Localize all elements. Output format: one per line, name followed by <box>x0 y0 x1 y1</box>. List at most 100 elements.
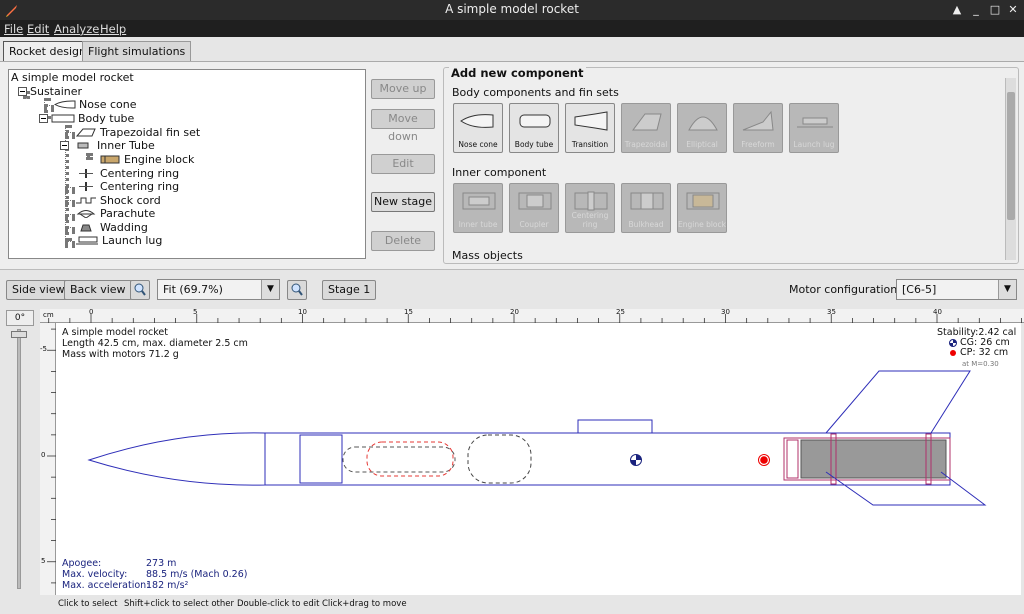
rotation-slider-track[interactable] <box>17 329 21 589</box>
tree-item-engine-block[interactable]: Engine block <box>97 153 194 166</box>
minimize-button[interactable]: _ <box>967 1 985 19</box>
motor-config-select[interactable]: [C6-5] ▼ <box>896 279 1017 300</box>
add-nose-cone-button[interactable]: Nose cone <box>453 103 503 153</box>
status-hint-move: Click+drag to move <box>322 599 407 609</box>
centering-ring-icon <box>574 191 608 211</box>
tree-label-rocket: A simple model rocket <box>11 71 134 84</box>
rocket-drawing[interactable] <box>56 323 1021 595</box>
bulkhead-icon <box>630 192 664 210</box>
keep-above-button[interactable]: ▲ <box>948 1 966 19</box>
top-fin-outline[interactable] <box>825 370 971 434</box>
tree-item-centering-ring-2[interactable]: Centering ring <box>75 180 179 193</box>
tree-item-rocket[interactable]: A simple model rocket <box>11 71 134 84</box>
apogee-label: Apogee: <box>62 558 102 569</box>
cg-legend-icon <box>949 339 957 347</box>
zoom-in-button[interactable] <box>130 280 150 300</box>
apogee-value: 273 m <box>146 558 177 569</box>
rotation-angle: 0° <box>6 310 34 326</box>
collapse-icon[interactable] <box>39 113 48 126</box>
maximize-button[interactable]: □ <box>986 1 1004 19</box>
nose-shoulder[interactable] <box>299 434 343 484</box>
motor-shape[interactable] <box>800 439 947 479</box>
tree-item-launch-lug[interactable]: Launch lug <box>75 234 162 247</box>
centering-ring-icon <box>75 181 97 194</box>
menu-help[interactable]: Help <box>100 22 126 36</box>
tree-label-centering-ring-2: Centering ring <box>100 180 180 193</box>
delete-button[interactable]: Delete <box>371 231 435 251</box>
add-bulkhead-label: Bulkhead <box>628 220 664 229</box>
cp-marker[interactable] <box>758 454 770 466</box>
wadding-shape[interactable] <box>467 434 532 484</box>
new-stage-button[interactable]: New stage <box>371 192 435 212</box>
move-down-button[interactable]: Move down <box>371 109 435 143</box>
move-up-button[interactable]: Move up <box>371 79 435 99</box>
shock-cord-shape[interactable] <box>342 446 456 473</box>
add-engine-block-button[interactable]: Engine block <box>677 183 727 233</box>
max-acceleration-label: Max. acceleration: <box>62 580 150 591</box>
tree-item-centering-ring-1[interactable]: Centering ring <box>75 167 179 180</box>
component-tree[interactable]: A simple model rocket Sustainer Nose con… <box>8 69 366 259</box>
tree-line <box>86 153 90 160</box>
fin-set-icon <box>75 127 97 140</box>
launch-lug-shape[interactable] <box>577 419 653 434</box>
tree-item-fin-set[interactable]: Trapezoidal fin set <box>75 126 200 139</box>
tree-item-shock-cord[interactable]: Shock cord <box>75 194 161 207</box>
zoom-out-button[interactable] <box>287 280 307 300</box>
engine-block-shape[interactable] <box>786 439 799 479</box>
close-button[interactable]: ✕ <box>1004 1 1022 19</box>
tree-line <box>65 241 75 245</box>
add-inner-tube-button[interactable]: Inner tube <box>453 183 503 233</box>
nose-cone-icon <box>53 99 76 112</box>
add-bulkhead-button[interactable]: Bulkhead <box>621 183 671 233</box>
tab-flight-simulations[interactable]: Flight simulations <box>82 41 192 62</box>
rocket-canvas[interactable]: A simple model rocket Length 42.5 cm, ma… <box>56 323 1021 595</box>
section-mass-objects: Mass objects <box>452 249 523 262</box>
ruler-ticks <box>47 328 56 584</box>
add-panel-scrollbar[interactable] <box>1005 78 1016 260</box>
back-view-button[interactable]: Back view <box>64 280 132 300</box>
zoom-value: Fit (69.7%) <box>163 283 223 296</box>
add-centering-ring-button[interactable]: Centering ring <box>565 183 615 233</box>
add-elliptical-fins-button[interactable]: Elliptical <box>677 103 727 153</box>
tree-item-body-tube[interactable]: Body tube <box>39 112 134 125</box>
chevron-down-icon[interactable]: ▼ <box>261 280 279 299</box>
tree-item-nose-cone[interactable]: Nose cone <box>53 98 136 112</box>
cg-marker[interactable] <box>630 454 642 466</box>
tree-item-sustainer[interactable]: Sustainer <box>18 85 82 98</box>
nose-cone-outline[interactable] <box>87 432 266 486</box>
tab-rocket-design[interactable]: Rocket design <box>3 41 92 62</box>
zoom-select[interactable]: Fit (69.7%) ▼ <box>157 279 280 300</box>
side-view-button[interactable]: Side view <box>6 280 71 300</box>
section-body-components: Body components and fin sets <box>452 86 619 99</box>
add-freeform-fins-button[interactable]: Freeform <box>733 103 783 153</box>
rotation-slider-handle[interactable] <box>11 331 27 338</box>
horizontal-ruler: cm 0 5 10 15 20 25 30 35 40 <box>40 308 1024 323</box>
tree-item-inner-tube[interactable]: Inner Tube <box>60 139 155 152</box>
tree-label-wadding: Wadding <box>100 221 148 234</box>
add-transition-button[interactable]: Transition <box>565 103 615 153</box>
add-component-title: Add new component <box>449 66 586 80</box>
add-body-tube-button[interactable]: Body tube <box>509 103 559 153</box>
menu-analyze[interactable]: Analyze <box>54 22 99 36</box>
tree-item-wadding[interactable]: Wadding <box>75 221 148 234</box>
add-coupler-button[interactable]: Coupler <box>509 183 559 233</box>
menu-file[interactable]: File <box>4 22 23 36</box>
add-trapezoidal-fins-button[interactable]: Trapezoidal <box>621 103 671 153</box>
chevron-down-icon[interactable]: ▼ <box>998 280 1016 299</box>
edit-button[interactable]: Edit <box>371 154 435 174</box>
collapse-icon[interactable] <box>60 140 69 153</box>
tree-item-parachute[interactable]: Parachute <box>75 207 155 220</box>
add-inner-tube-label: Inner tube <box>458 220 498 229</box>
stage-1-button[interactable]: Stage 1 <box>322 280 377 300</box>
add-launch-lug-button[interactable]: Launch lug <box>789 103 839 153</box>
ruler-label: 0 <box>89 308 94 316</box>
tree-line <box>65 132 75 136</box>
collapse-icon[interactable] <box>18 86 27 99</box>
scrollbar-thumb[interactable] <box>1007 92 1015 220</box>
window-title: A simple model rocket <box>445 2 579 16</box>
rocket-name-info: A simple model rocket <box>62 327 168 338</box>
tree-label-shock-cord: Shock cord <box>100 194 161 207</box>
parachute-icon <box>75 208 97 221</box>
motor-config-label: Motor configuration: <box>789 283 901 296</box>
menu-edit[interactable]: Edit <box>27 22 49 36</box>
